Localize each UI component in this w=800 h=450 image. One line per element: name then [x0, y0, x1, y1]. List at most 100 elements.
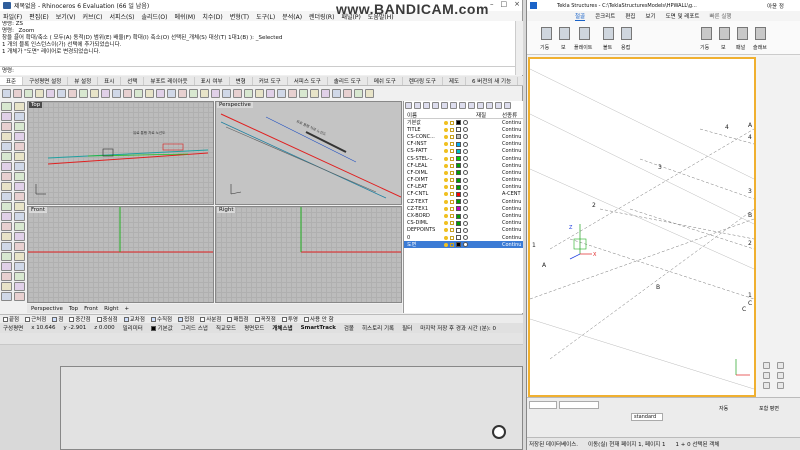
layer-linetype[interactable]: Continu	[502, 148, 521, 154]
side-tool-icon[interactable]	[14, 212, 25, 221]
side-tool-icon[interactable]	[14, 122, 25, 131]
material-icon[interactable]	[463, 120, 468, 126]
status-gumball[interactable]: 검볼	[344, 324, 354, 332]
material-icon[interactable]	[463, 148, 468, 154]
layer-linetype[interactable]: Continu	[502, 170, 521, 176]
osnap-option[interactable]: 수직점	[150, 315, 172, 323]
add-viewport-icon[interactable]: +	[125, 306, 130, 312]
layer-row[interactable]: 도면 Continu	[404, 241, 523, 249]
side-tool-icon[interactable]	[1, 162, 12, 171]
material-icon[interactable]	[463, 156, 468, 162]
toolbar-tool-icon[interactable]	[167, 89, 176, 98]
layer-color-swatch[interactable]	[456, 170, 461, 176]
material-icon[interactable]	[463, 170, 468, 176]
layer-linetype[interactable]: Continu	[502, 242, 521, 248]
menu-curve[interactable]: 커브(C)	[83, 12, 103, 21]
panel-icon[interactable]	[737, 27, 748, 40]
layer-row[interactable]: CF-DIMT Continu	[404, 177, 523, 184]
layer-tool-icon[interactable]	[441, 102, 448, 109]
visibility-icon[interactable]	[444, 214, 448, 219]
material-icon[interactable]	[463, 177, 468, 183]
tab-display[interactable]: 표시	[98, 76, 122, 85]
status-units[interactable]: 밀리미터	[123, 324, 143, 332]
menu-tools[interactable]: 도구(L)	[256, 12, 275, 21]
toolbar-tool-icon[interactable]	[255, 89, 264, 98]
visibility-icon[interactable]	[444, 199, 448, 204]
material-icon[interactable]	[463, 127, 468, 133]
side-tool-icon[interactable]	[1, 292, 12, 301]
tekla-tab-drawings[interactable]: 도면 및 레포트	[666, 12, 700, 20]
tekla-tab-concrete[interactable]: 콘크리트	[595, 12, 615, 20]
side-tool-icon[interactable]	[1, 122, 12, 131]
lock-icon[interactable]	[450, 170, 454, 175]
toolbar-tool-icon[interactable]	[211, 89, 220, 98]
visibility-icon[interactable]	[444, 142, 448, 147]
visibility-icon[interactable]	[444, 149, 448, 154]
status-ortho[interactable]: 직교모드	[216, 324, 236, 332]
toolbar-tool-icon[interactable]	[266, 89, 275, 98]
vptab-perspective[interactable]: Perspective	[31, 306, 63, 312]
material-icon[interactable]	[463, 199, 468, 205]
layer-row[interactable]: CF-CNTL A-CENT	[404, 191, 523, 198]
tab-transform[interactable]: 변형	[230, 76, 253, 85]
layer-row[interactable]: CF-LEAT Continu	[404, 184, 523, 191]
toolbar-tool-icon[interactable]	[299, 89, 308, 98]
layer-row[interactable]: CF-INST Continu	[404, 141, 523, 148]
status-osnap[interactable]: 개체스냅	[272, 324, 292, 332]
menu-dimension[interactable]: 치수(D)	[202, 12, 222, 21]
material-icon[interactable]	[463, 242, 468, 248]
layer-linetype[interactable]: Continu	[502, 120, 521, 126]
layer-color-swatch[interactable]	[456, 163, 461, 169]
tab-viewport-layout[interactable]: 뷰포트 레이아웃	[144, 76, 195, 85]
tekla-model-view[interactable]: 4 3 2 1 A B A A 4 3 B 2 1 C C	[528, 57, 756, 397]
side-tool-icon[interactable]	[1, 192, 12, 201]
layer-row[interactable]: TITLE Continu	[404, 126, 523, 133]
concrete-column-icon[interactable]	[701, 27, 712, 40]
toolbar-tool-icon[interactable]	[332, 89, 341, 98]
lock-icon[interactable]	[450, 221, 454, 226]
side-tool-icon[interactable]	[14, 252, 25, 261]
side-tool-icon[interactable]	[1, 232, 12, 241]
visibility-icon[interactable]	[444, 235, 448, 240]
side-tool-icon[interactable]	[14, 282, 25, 291]
tekla-side-icon[interactable]	[763, 382, 770, 389]
tekla-tab-edit[interactable]: 편집	[625, 12, 635, 20]
tab-drafting[interactable]: 제도	[443, 76, 467, 85]
weld-icon[interactable]	[621, 27, 632, 40]
tekla-selector-field[interactable]	[529, 401, 557, 409]
layer-linetype[interactable]: Continu	[502, 141, 521, 147]
checkbox-icon[interactable]	[52, 317, 58, 322]
visibility-icon[interactable]	[444, 206, 448, 211]
toolbar-tool-icon[interactable]	[79, 89, 88, 98]
side-tool-icon[interactable]	[1, 212, 12, 221]
layer-linetype[interactable]: Continu	[502, 134, 521, 140]
layer-tool-icon[interactable]	[450, 102, 457, 109]
side-tool-icon[interactable]	[14, 132, 25, 141]
layer-row[interactable]: CS-STEL-.. Continu	[404, 155, 523, 162]
layer-row[interactable]: CS-CONC... Continu	[404, 133, 523, 140]
side-tool-icon[interactable]	[1, 262, 12, 271]
toolbar-tool-icon[interactable]	[233, 89, 242, 98]
checkbox-icon[interactable]	[227, 317, 233, 322]
visibility-icon[interactable]	[444, 228, 448, 233]
visibility-icon[interactable]	[444, 163, 448, 168]
side-tool-icon[interactable]	[14, 272, 25, 281]
status-history[interactable]: 히스토리 기록	[362, 324, 394, 332]
tekla-object-field[interactable]	[559, 401, 599, 409]
side-tool-icon[interactable]	[14, 202, 25, 211]
layer-linetype[interactable]: Continu	[502, 206, 521, 212]
tekla-side-icon[interactable]	[763, 372, 770, 379]
layer-color-swatch[interactable]	[456, 213, 461, 219]
tekla-user[interactable]: 아윤 정	[767, 2, 784, 10]
side-tool-icon[interactable]	[1, 202, 12, 211]
layer-tool-icon[interactable]	[432, 102, 439, 109]
layer-row[interactable]: 0 Continu	[404, 234, 523, 241]
status-filter[interactable]: 필터	[402, 324, 412, 332]
tab-solid-tools[interactable]: 솔리드 도구	[328, 76, 368, 85]
material-icon[interactable]	[463, 191, 468, 197]
osnap-option[interactable]: 매듭점	[227, 315, 249, 323]
layer-linetype[interactable]: Continu	[502, 127, 521, 133]
side-tool-icon[interactable]	[14, 262, 25, 271]
layer-tool-icon[interactable]	[468, 102, 475, 109]
osnap-option[interactable]: 투영	[281, 315, 298, 323]
